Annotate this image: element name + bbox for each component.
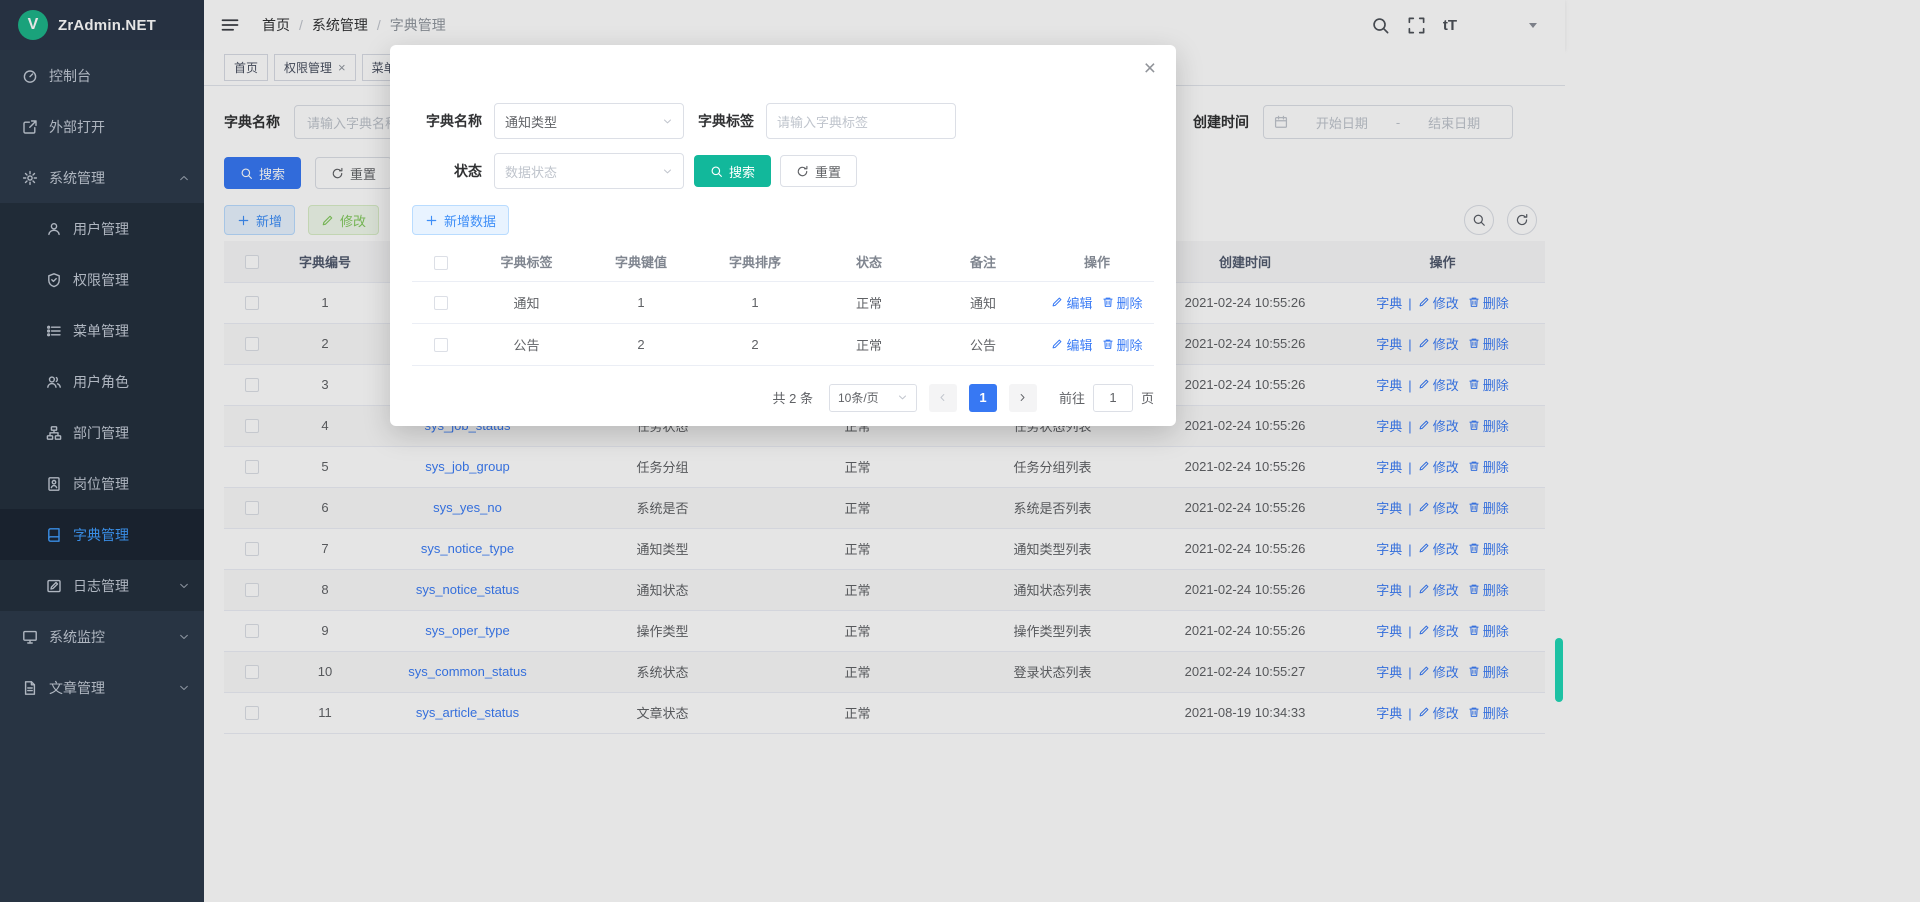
edit-link[interactable]: 编辑 [1051, 335, 1092, 354]
row-checkbox[interactable] [434, 296, 448, 310]
table-row: 公告22正常公告编辑删除 [412, 323, 1154, 365]
dialog-table-body: 通知11正常通知编辑删除公告22正常公告编辑删除 [412, 281, 1154, 365]
dialog-dict-name-label: 字典名称 [412, 111, 482, 131]
column-header: 备注 [926, 243, 1040, 281]
table-row: 通知11正常通知编辑删除 [412, 281, 1154, 323]
edit-link[interactable]: 编辑 [1051, 293, 1092, 312]
dialog-form-row-1: 字典名称 通知类型 字典标签 请输入字典标签 [412, 103, 1154, 139]
row-actions: 编辑删除 [1040, 281, 1154, 323]
delete-link[interactable]: 删除 [1102, 293, 1143, 312]
trash-icon [1102, 338, 1114, 350]
row-checkbox[interactable] [434, 338, 448, 352]
dialog-dict-label-label: 字典标签 [698, 111, 754, 131]
add-data-button[interactable]: 新增数据 [412, 205, 509, 235]
chevron-down-icon [897, 392, 908, 403]
label-cell: 公告 [469, 323, 584, 365]
select-all-checkbox[interactable] [434, 256, 448, 270]
chevron-down-icon [662, 166, 673, 177]
dialog-form-row-2: 状态 数据状态 搜索 重置 [412, 153, 1154, 189]
dialog-reset-button[interactable]: 重置 [780, 155, 857, 187]
dialog-table-head: 字典标签字典键值字典排序状态备注操作 [412, 243, 1154, 281]
column-header: 字典键值 [584, 243, 698, 281]
search-icon [710, 165, 723, 178]
page-size-select[interactable]: 10条/页 [829, 384, 917, 412]
prev-page-button[interactable] [929, 384, 957, 412]
row-actions: 编辑删除 [1040, 323, 1154, 365]
status-select[interactable]: 数据状态 [494, 153, 684, 189]
dialog-close-icon[interactable]: × [1144, 58, 1156, 79]
dialog-table: 字典标签字典键值字典排序状态备注操作 通知11正常通知编辑删除公告22正常公告编… [412, 243, 1154, 366]
total-count: 共 2 条 [773, 388, 813, 407]
remark-cell: 公告 [926, 323, 1040, 365]
dict-data-dialog: × 字典名称 通知类型 字典标签 请输入字典标签 状态 数据状态 [390, 45, 1176, 426]
chevron-down-icon [662, 116, 673, 127]
value-cell: 2 [584, 323, 698, 365]
delete-link[interactable]: 删除 [1102, 335, 1143, 354]
chevron-right-icon [1017, 392, 1028, 403]
dialog-search-button[interactable]: 搜索 [694, 155, 771, 187]
column-header: 字典排序 [698, 243, 812, 281]
goto-label: 前往 [1059, 388, 1085, 407]
scrollbar-thumb[interactable] [1555, 638, 1563, 702]
status-cell: 正常 [812, 323, 926, 365]
chevron-left-icon [937, 392, 948, 403]
sort-cell: 2 [698, 323, 812, 365]
status-cell: 正常 [812, 281, 926, 323]
refresh-icon [796, 165, 809, 178]
column-header: 状态 [812, 243, 926, 281]
value-cell: 1 [584, 281, 698, 323]
column-header: 字典标签 [469, 243, 584, 281]
trash-icon [1102, 296, 1114, 308]
pagination: 共 2 条 10条/页 1 前往 1 页 [412, 384, 1154, 412]
pencil-icon [1051, 338, 1063, 350]
plus-icon [425, 214, 438, 227]
sort-cell: 1 [698, 281, 812, 323]
dict-label-input[interactable]: 请输入字典标签 [766, 103, 956, 139]
dict-name-select[interactable]: 通知类型 [494, 103, 684, 139]
dialog-body: 字典名称 通知类型 字典标签 请输入字典标签 状态 数据状态 搜索 [390, 45, 1176, 412]
pencil-icon [1051, 296, 1063, 308]
dialog-status-label: 状态 [412, 161, 482, 181]
label-cell: 通知 [469, 281, 584, 323]
remark-cell: 通知 [926, 281, 1040, 323]
next-page-button[interactable] [1009, 384, 1037, 412]
page-jump-input[interactable]: 1 [1093, 384, 1133, 412]
app-window: V ZrAdmin.NET 控制台外部打开系统管理用户管理权限管理菜单管理用户角… [0, 0, 1920, 902]
column-header: 操作 [1040, 243, 1154, 281]
page-unit-label: 页 [1141, 388, 1154, 407]
current-page-button[interactable]: 1 [969, 384, 997, 412]
